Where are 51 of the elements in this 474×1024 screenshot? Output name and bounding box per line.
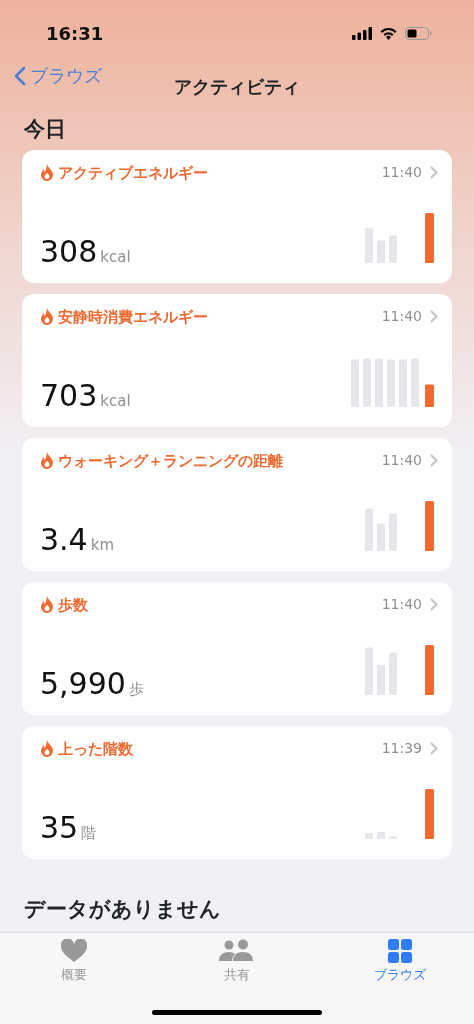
- metric-title: 歩数: [58, 594, 88, 616]
- chevron-right-icon: [430, 310, 438, 324]
- screen-title: アクティビティ: [174, 76, 300, 97]
- metric-unit: kcal: [100, 247, 131, 268]
- metric-title: ウォーキング＋ランニングの距離: [58, 450, 283, 472]
- heart-icon: [61, 939, 87, 963]
- metric-card[interactable]: ウォーキング＋ランニングの距離 11:40 3.4 km: [22, 437, 452, 571]
- chevron-right-icon: [430, 598, 438, 612]
- chevron-right-icon: [430, 742, 438, 756]
- bar-sparkline: [365, 788, 434, 839]
- metric-title: アクティブエネルギー: [58, 162, 208, 184]
- metric-value: 35: [40, 813, 79, 843]
- people-icon: [219, 939, 255, 963]
- metric-title: 安静時消費エネルギー: [58, 306, 208, 328]
- metric-time: 11:40: [381, 307, 422, 327]
- wifi-icon: [380, 26, 397, 40]
- metric-value: 5,990: [40, 669, 126, 699]
- metric-card[interactable]: アクティブエネルギー 11:40 308 kcal: [22, 149, 452, 283]
- flame-icon: [40, 164, 54, 182]
- metric-card[interactable]: 安静時消費エネルギー 11:40 703 kcal: [22, 293, 452, 427]
- flame-icon: [40, 740, 54, 758]
- flame-icon: [40, 452, 54, 470]
- metric-value: 308: [40, 237, 98, 267]
- section-heading: データがありません: [24, 896, 221, 921]
- metric-time: 11:40: [381, 595, 422, 615]
- chevron-right-icon: [430, 454, 438, 468]
- bar-sparkline: [365, 644, 434, 695]
- metric-title: 上った階数: [58, 738, 133, 760]
- chevron-left-icon: [14, 65, 26, 86]
- metric-card[interactable]: 上った階数 11:39 35 階: [22, 725, 452, 859]
- metric-time: 11:40: [381, 451, 422, 471]
- metric-time: 11:39: [381, 739, 422, 759]
- flame-icon: [40, 308, 54, 326]
- metric-value: 3.4: [40, 525, 88, 555]
- metric-value: 703: [40, 381, 98, 411]
- grid-icon: [388, 939, 412, 963]
- metric-unit: 階: [81, 823, 97, 844]
- status-time: 16:31: [46, 21, 104, 46]
- metric-unit: kcal: [100, 391, 131, 412]
- metric-unit: km: [90, 535, 115, 556]
- signal-icon: [352, 26, 372, 40]
- chevron-right-icon: [430, 166, 438, 180]
- battery-icon: [405, 26, 432, 40]
- metric-unit: 歩: [128, 679, 144, 700]
- bar-sparkline: [365, 212, 434, 263]
- tab[interactable]: ブラウズ: [350, 933, 450, 1024]
- flame-icon: [40, 596, 54, 614]
- section-heading: 今日: [24, 117, 66, 141]
- metric-card[interactable]: 歩数 11:40 5,990 歩: [22, 581, 452, 715]
- bar-sparkline: [365, 500, 434, 551]
- metric-time: 11:40: [381, 163, 422, 183]
